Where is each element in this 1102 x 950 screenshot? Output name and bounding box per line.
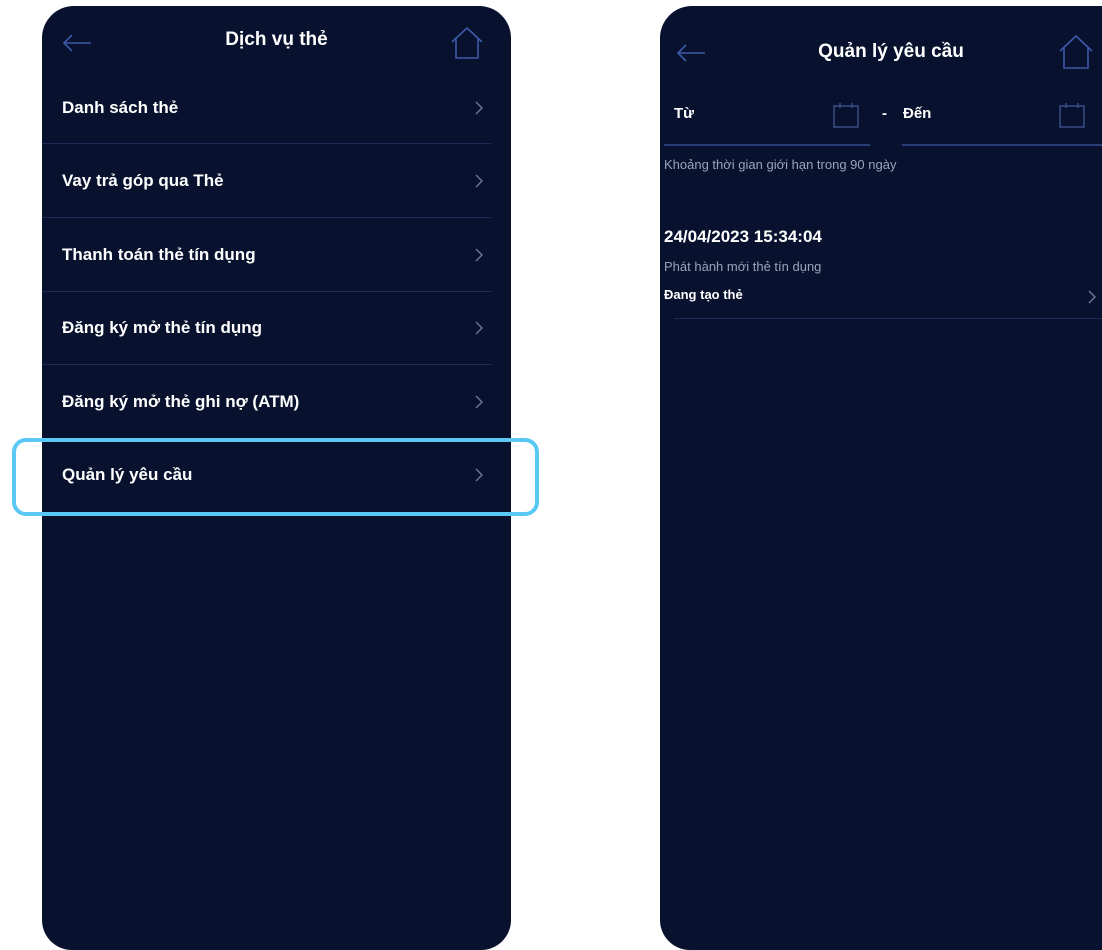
- calendar-icon[interactable]: [1058, 103, 1086, 129]
- menu-item-card-list[interactable]: Danh sách thẻ: [42, 71, 491, 144]
- menu-item-installment[interactable]: Vay trả góp qua Thẻ: [42, 144, 491, 217]
- menu-item-label: Vay trả góp qua Thẻ: [62, 171, 224, 190]
- divider: [674, 318, 1102, 319]
- chevron-right-icon: [475, 248, 483, 262]
- menu-item-debit-card-register[interactable]: Đăng ký mở thẻ ghi nợ (ATM): [42, 365, 491, 438]
- page-title: Dịch vụ thẻ: [225, 29, 328, 50]
- from-underline: [664, 144, 870, 146]
- page-title: Quản lý yêu cầu: [818, 41, 964, 62]
- menu-item-credit-payment[interactable]: Thanh toán thẻ tín dụng: [42, 218, 491, 291]
- date-separator: -: [882, 105, 887, 122]
- menu-item-label: Thanh toán thẻ tín dụng: [62, 245, 256, 264]
- chevron-right-icon: [475, 395, 483, 409]
- menu-item-label: Đăng ký mở thẻ ghi nợ (ATM): [62, 392, 300, 411]
- to-underline: [902, 144, 1102, 146]
- to-label: Đến: [903, 105, 932, 122]
- home-icon[interactable]: [450, 26, 484, 60]
- request-datetime: 24/04/2023 15:34:04: [664, 227, 822, 246]
- menu-item-label: Đăng ký mở thẻ tín dụng: [62, 318, 263, 337]
- request-status: Đang tạo thẻ: [664, 287, 743, 302]
- chevron-right-icon: [475, 174, 483, 188]
- request-management-screen: Quản lý yêu cầu Từ - Đến Khoảng thời gia…: [660, 6, 1102, 950]
- date-range-hint: Khoảng thời gian giới hạn trong 90 ngày: [664, 157, 897, 172]
- menu-item-credit-card-register[interactable]: Đăng ký mở thẻ tín dụng: [42, 291, 491, 364]
- request-type: Phát hành mới thẻ tín dụng: [664, 259, 822, 274]
- calendar-icon[interactable]: [832, 103, 860, 129]
- home-icon[interactable]: [1058, 34, 1094, 70]
- chevron-right-icon: [475, 321, 483, 335]
- highlight-frame: [12, 438, 539, 516]
- chevron-right-icon: [475, 101, 483, 115]
- chevron-right-icon: [1088, 290, 1096, 304]
- from-label: Từ: [674, 105, 695, 122]
- menu-item-label: Danh sách thẻ: [62, 98, 179, 117]
